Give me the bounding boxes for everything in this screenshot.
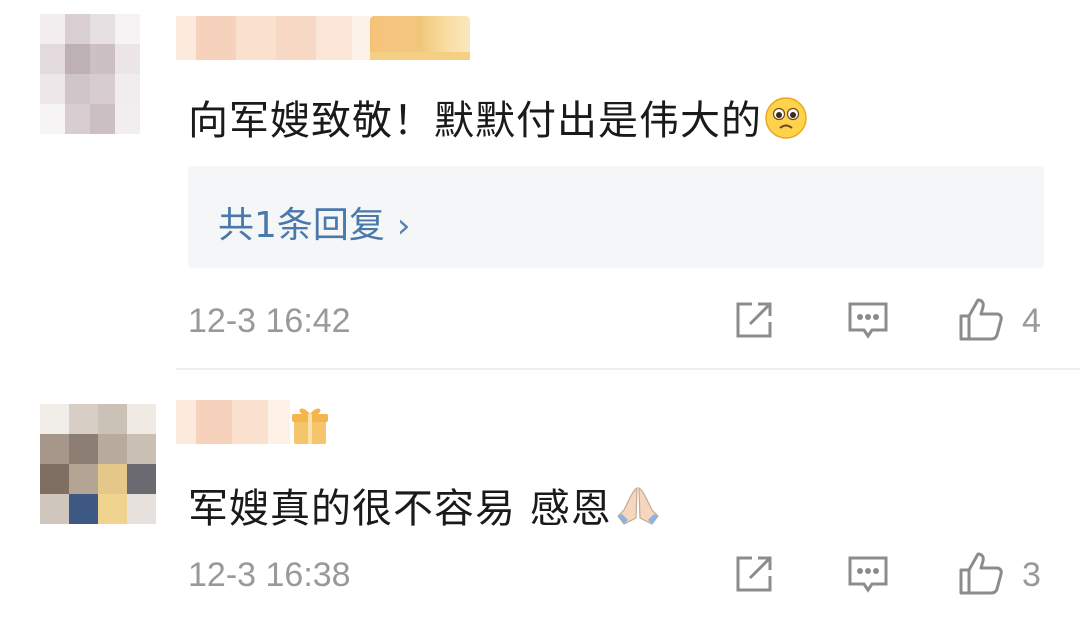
comment-text: 向军嫂致敬！默默付出是伟大的 [188,88,808,150]
thumbs-up-icon[interactable] [956,548,1004,596]
username-blurred[interactable] [176,16,370,60]
comment-time: 12-3 16:42 [188,302,351,340]
username-blurred[interactable] [176,400,290,444]
user-badge [370,16,470,60]
comment-icon[interactable] [844,296,892,344]
comment-item: 军嫂真的很不容易 感恩 12-3 16:38 3 [0,370,1080,618]
avatar[interactable] [40,14,140,134]
pleading-face-icon [764,96,808,150]
chevron-right-icon: › [396,206,411,246]
like-count: 4 [1022,302,1041,340]
comment-text: 军嫂真的很不容易 感恩 [188,476,662,538]
thumbs-up-icon[interactable] [956,294,1004,342]
share-icon[interactable] [730,296,778,344]
comment-time: 12-3 16:38 [188,556,351,594]
comment-item: 向军嫂致敬！默默付出是伟大的 共1条回复 › 12-3 16:42 4 [0,0,1080,370]
gift-badge-icon [290,402,330,446]
comment-icon[interactable] [844,550,892,598]
view-replies-link[interactable]: 共1条回复 › [218,196,411,248]
share-icon[interactable] [730,550,778,598]
like-count: 3 [1022,556,1041,594]
avatar[interactable] [40,404,156,524]
folded-hands-icon [614,484,662,538]
